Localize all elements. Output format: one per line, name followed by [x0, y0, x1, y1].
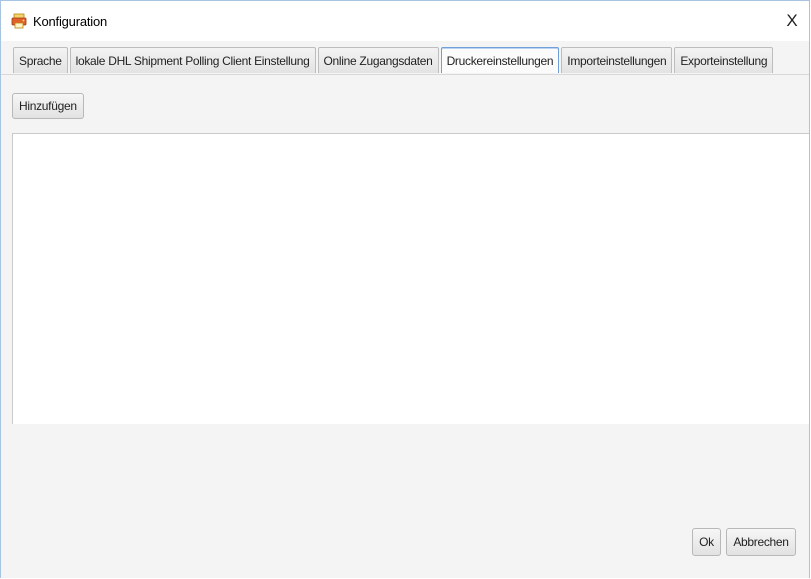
ok-button[interactable]: Ok	[692, 528, 721, 556]
tab-online-zugangsdaten[interactable]: Online Zugangsdaten	[317, 47, 439, 73]
tab-label: Importeinstellungen	[567, 53, 667, 68]
window-title: Konfiguration	[33, 14, 108, 29]
add-printer-button[interactable]: Hinzufügen	[12, 93, 84, 119]
tab-polling-client[interactable]: lokale DHL Shipment Polling Client Einst…	[69, 47, 316, 73]
tab-label: Sprache	[19, 53, 62, 68]
tab-sprache[interactable]: Sprache	[13, 47, 68, 73]
tab-label: Exporteinstellung	[680, 53, 768, 68]
cancel-button[interactable]: Abbrechen	[726, 528, 796, 556]
tab-label: Druckereinstellungen	[446, 53, 554, 68]
tab-bar: Sprache lokale DHL Shipment Polling Clie…	[1, 41, 809, 75]
printer-toolbar: Hinzufügen	[1, 74, 809, 134]
printer-list-area[interactable]	[12, 133, 809, 425]
printer-app-icon	[11, 13, 27, 29]
dialog-footer: Ok Abbrechen	[1, 424, 809, 578]
tab-exporteinstellung[interactable]: Exporteinstellung	[674, 47, 774, 73]
tab-label: Online Zugangsdaten	[323, 53, 433, 68]
title-bar: Konfiguration X	[1, 1, 809, 41]
tab-importeinstellungen[interactable]: Importeinstellungen	[561, 47, 673, 73]
configuration-window: Konfiguration X Sprache lokale DHL Shipm…	[0, 0, 810, 578]
close-icon: X	[786, 11, 798, 30]
close-button[interactable]: X	[775, 5, 809, 37]
tab-label: lokale DHL Shipment Polling Client Einst…	[75, 53, 310, 68]
tab-druckereinstellungen[interactable]: Druckereinstellungen	[440, 47, 560, 73]
